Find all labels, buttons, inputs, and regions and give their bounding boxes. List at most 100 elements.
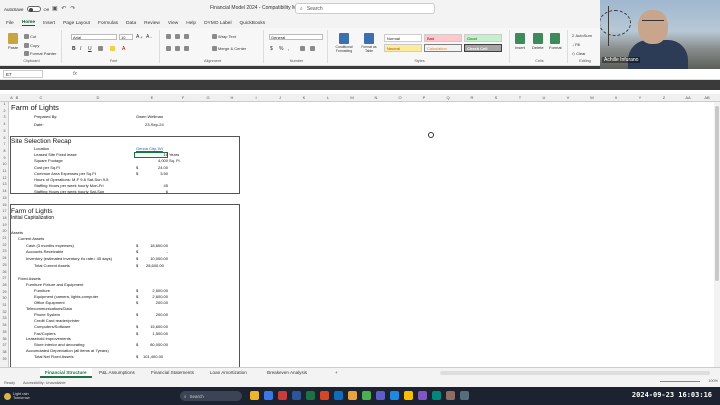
column-header-s[interactable]: S xyxy=(484,94,508,102)
spreadsheet-grid[interactable]: A B C D E F G H I J K L M N O P Q R S T U V W X Y Z AA AB 123456789… xyxy=(0,90,720,367)
column-header-y[interactable]: Y xyxy=(628,94,652,102)
row-header-4[interactable]: 4 xyxy=(0,122,9,126)
column-header-e[interactable]: E xyxy=(134,94,170,102)
insert-cells-button[interactable]: Insert xyxy=(515,33,525,50)
conditional-formatting-button[interactable]: Conditional Formatting xyxy=(332,33,356,53)
row-header-22[interactable]: 22 xyxy=(0,243,9,247)
column-header-c[interactable]: C xyxy=(20,94,62,102)
column-header-f[interactable]: F xyxy=(170,94,196,102)
menu-dymo-label[interactable]: DYMO Label xyxy=(204,21,231,26)
column-header-h[interactable]: H xyxy=(220,94,244,102)
undo-icon[interactable]: ↶ xyxy=(61,6,67,12)
save-icon[interactable]: ▣ xyxy=(52,6,58,12)
right-align-button[interactable] xyxy=(184,46,189,51)
style-calculation[interactable]: Calculation xyxy=(424,44,462,52)
row-header-11[interactable]: 11 xyxy=(0,169,9,173)
font-size-select[interactable]: 10 xyxy=(119,34,133,40)
column-header-w[interactable]: W xyxy=(580,94,604,102)
word-icon[interactable] xyxy=(292,391,301,400)
row-header-2[interactable]: 2 xyxy=(0,109,9,113)
teams-icon[interactable] xyxy=(376,391,385,400)
menu-view[interactable]: View xyxy=(168,21,178,26)
edge-icon[interactable] xyxy=(390,391,399,400)
column-header-p[interactable]: P xyxy=(412,94,436,102)
excel-icon[interactable] xyxy=(306,391,315,400)
bold-button[interactable]: B xyxy=(72,46,76,52)
taskbar-search[interactable]: ⌕ Search xyxy=(180,391,242,401)
paste-button[interactable]: Paste xyxy=(8,33,18,50)
font-name-select[interactable]: Arial xyxy=(71,34,117,40)
row-header-13[interactable]: 13 xyxy=(0,182,9,186)
style-bad[interactable]: Bad xyxy=(424,34,462,42)
shrink-font-button[interactable]: A- xyxy=(146,34,152,40)
app-icon-16[interactable] xyxy=(460,391,469,400)
vertical-scroll-thumb[interactable] xyxy=(715,106,719,281)
column-header-z[interactable]: Z xyxy=(652,94,676,102)
row-header-37[interactable]: 37 xyxy=(0,343,9,347)
zoom-level[interactable]: 100% xyxy=(708,379,718,383)
name-box[interactable]: E7 xyxy=(3,70,43,78)
sheet-tab-2[interactable]: P&L Assumptions xyxy=(94,368,140,378)
autosum-button[interactable]: Σ AutoSum xyxy=(572,33,592,38)
left-align-button[interactable] xyxy=(166,46,171,51)
row-header-9[interactable]: 9 xyxy=(0,156,9,160)
row-header-21[interactable]: 21 xyxy=(0,236,9,240)
column-header-i[interactable]: I xyxy=(244,94,268,102)
menu-home[interactable]: Home xyxy=(21,20,36,26)
menu-data[interactable]: Data xyxy=(126,21,136,26)
row-header-30[interactable]: 30 xyxy=(0,296,9,300)
row-header-18[interactable]: 18 xyxy=(0,216,9,220)
menu-file[interactable]: File xyxy=(6,21,14,26)
sheet-tab-3[interactable]: Financial Statements xyxy=(146,368,199,378)
menu-page-layout[interactable]: Page Layout xyxy=(63,21,90,26)
menu-review[interactable]: Review xyxy=(144,21,160,26)
add-sheet-button[interactable]: + xyxy=(330,368,343,378)
column-header-k[interactable]: K xyxy=(292,94,316,102)
row-header-17[interactable]: 17 xyxy=(0,209,9,213)
column-header-l[interactable]: L xyxy=(316,94,340,102)
app-icon-3[interactable] xyxy=(278,391,287,400)
row-header-38[interactable]: 38 xyxy=(0,350,9,354)
increase-decimal-button[interactable] xyxy=(300,46,305,51)
underline-button[interactable]: U xyxy=(88,46,92,52)
row-header-33[interactable]: 33 xyxy=(0,316,9,320)
menu-formulas[interactable]: Formulas xyxy=(98,21,118,26)
row-header-6[interactable]: 6 xyxy=(0,136,9,140)
row-header-27[interactable]: 27 xyxy=(0,276,9,280)
sheet-tab-1[interactable]: Financial Structure xyxy=(40,368,92,378)
column-header-m[interactable]: M xyxy=(340,94,364,102)
row-header-15[interactable]: 15 xyxy=(0,196,9,200)
menu-insert[interactable]: Insert xyxy=(43,21,55,26)
row-header-23[interactable]: 23 xyxy=(0,249,9,253)
row-header-35[interactable]: 35 xyxy=(0,330,9,334)
decrease-decimal-button[interactable] xyxy=(310,46,315,51)
percent-button[interactable]: % xyxy=(279,46,283,52)
row-header-36[interactable]: 36 xyxy=(0,337,9,341)
row-header-8[interactable]: 8 xyxy=(0,149,9,153)
row-header-39[interactable]: 39 xyxy=(0,357,9,361)
row-header-5[interactable]: 5 xyxy=(0,129,9,133)
format-painter-button[interactable]: Format Painter xyxy=(24,51,56,56)
format-cells-button[interactable]: Format xyxy=(549,33,562,50)
column-header-ab[interactable]: AB xyxy=(700,94,714,102)
app-icon-13[interactable] xyxy=(418,391,427,400)
column-header-j[interactable]: J xyxy=(268,94,292,102)
row-header-3[interactable]: 3 xyxy=(0,115,9,119)
column-header-v[interactable]: V xyxy=(556,94,580,102)
horizontal-scrollbar[interactable] xyxy=(440,371,710,375)
fx-icon[interactable]: fx xyxy=(73,71,77,77)
delete-cells-button[interactable]: Delete xyxy=(532,33,544,50)
column-header-o[interactable]: O xyxy=(388,94,412,102)
powerpoint-icon[interactable] xyxy=(320,391,329,400)
app-icon-9[interactable] xyxy=(362,391,371,400)
copy-button[interactable]: Copy xyxy=(24,43,39,48)
row-header-14[interactable]: 14 xyxy=(0,189,9,193)
style-good[interactable]: Good xyxy=(464,34,502,42)
bottom-align-button[interactable] xyxy=(184,34,189,39)
redo-icon[interactable]: ↷ xyxy=(70,6,76,12)
row-header-26[interactable]: 26 xyxy=(0,270,9,274)
column-header-r[interactable]: R xyxy=(460,94,484,102)
menu-quickbooks[interactable]: QuickBooks xyxy=(240,21,266,26)
vertical-scrollbar[interactable] xyxy=(714,102,720,367)
accessibility-status[interactable]: Accessibility: Unavailable xyxy=(23,381,66,385)
